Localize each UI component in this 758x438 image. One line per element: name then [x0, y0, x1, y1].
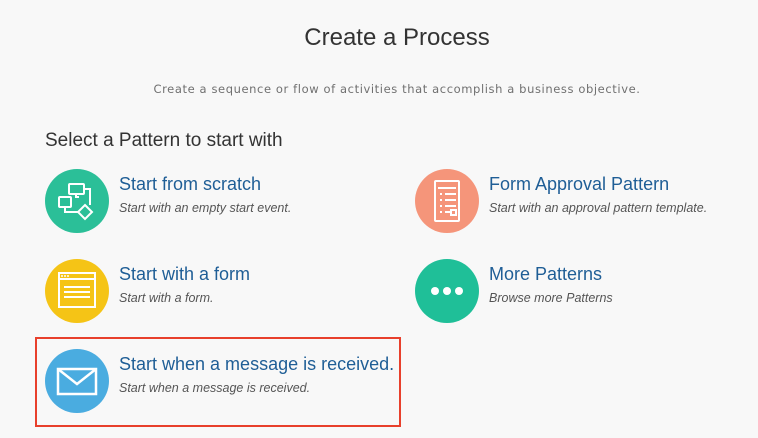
start-when-message-received-option[interactable]: Start when a message is received. Start …	[45, 349, 395, 413]
more-patterns-description: Browse more Patterns	[489, 291, 613, 305]
form-approval-pattern-option[interactable]: Form Approval Pattern Start with an appr…	[415, 169, 735, 233]
form-document-icon[interactable]	[415, 169, 479, 233]
section-heading: Select a Pattern to start with	[45, 130, 283, 151]
more-dots-icon[interactable]	[415, 259, 479, 323]
start-with-form-description: Start with a form.	[119, 291, 214, 305]
form-approval-pattern-description: Start with an approval pattern template.	[489, 201, 708, 215]
start-with-form-option[interactable]: Start with a form Start with a form.	[45, 259, 345, 323]
envelope-icon[interactable]	[45, 349, 109, 413]
start-from-scratch-label[interactable]: Start from scratch	[119, 174, 261, 195]
page-subtitle: Create a sequence or flow of activities …	[153, 82, 641, 96]
start-from-scratch-option[interactable]: Start from scratch Start with an empty s…	[45, 169, 345, 233]
flowchart-icon[interactable]	[45, 169, 109, 233]
start-when-message-received-description: Start when a message is received.	[119, 381, 311, 395]
more-patterns-option[interactable]: More Patterns Browse more Patterns	[415, 259, 715, 323]
form-window-icon[interactable]	[45, 259, 109, 323]
more-patterns-label[interactable]: More Patterns	[489, 264, 602, 285]
start-with-form-label[interactable]: Start with a form	[119, 264, 250, 285]
start-from-scratch-description: Start with an empty start event.	[119, 201, 292, 215]
form-approval-pattern-label[interactable]: Form Approval Pattern	[489, 174, 669, 195]
start-when-message-received-label[interactable]: Start when a message is received.	[119, 354, 394, 375]
page-title: Create a Process	[304, 24, 490, 51]
